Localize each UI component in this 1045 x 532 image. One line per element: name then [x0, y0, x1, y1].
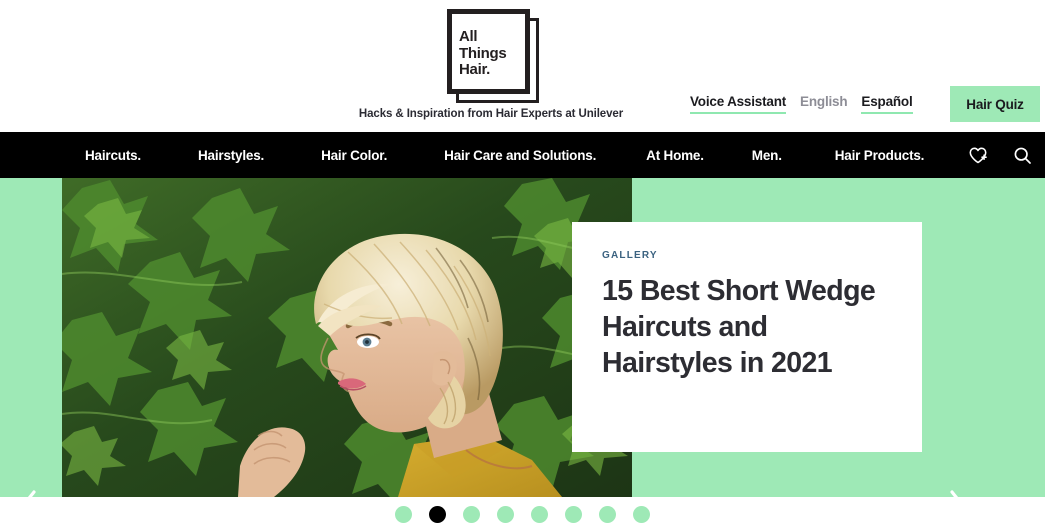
main-navigation: Haircuts. Hairstyles. Hair Color. Hair C…: [0, 132, 1045, 178]
nav-item-list: Haircuts. Hairstyles. Hair Color. Hair C…: [0, 148, 981, 163]
carousel-dot[interactable]: [463, 506, 480, 523]
hair-quiz-button[interactable]: Hair Quiz: [950, 86, 1040, 122]
carousel-prev-arrow[interactable]: [4, 481, 50, 497]
carousel-dot[interactable]: [633, 506, 650, 523]
carousel-dot[interactable]: [565, 506, 582, 523]
carousel-dot[interactable]: [497, 506, 514, 523]
nav-icon-group: [967, 132, 1033, 178]
page-root: All Things Hair. Hacks & Inspiration fro…: [0, 0, 1045, 532]
site-logo[interactable]: All Things Hair.: [447, 9, 539, 103]
carousel-dot[interactable]: [395, 506, 412, 523]
heart-plus-icon[interactable]: [967, 144, 989, 166]
hero-carousel: GALLERY 15 Best Short Wedge Haircuts and…: [0, 178, 1045, 497]
nav-item-hair-products[interactable]: Hair Products.: [835, 148, 925, 163]
nav-item-at-home[interactable]: At Home.: [646, 148, 704, 163]
logo-text: All Things Hair.: [459, 28, 507, 78]
utility-link-english[interactable]: English: [800, 94, 848, 114]
carousel-dots: [0, 497, 1045, 532]
nav-item-hair-care-and-solutions[interactable]: Hair Care and Solutions.: [444, 148, 596, 163]
hero-title: 15 Best Short Wedge Haircuts and Hairsty…: [602, 275, 876, 379]
utility-link-voice-assistant[interactable]: Voice Assistant: [690, 94, 786, 114]
carousel-dot[interactable]: [429, 506, 446, 523]
search-icon[interactable]: [1011, 144, 1033, 166]
carousel-next-arrow[interactable]: [936, 481, 982, 497]
nav-item-haircuts[interactable]: Haircuts.: [85, 148, 141, 163]
hero-eyebrow-label: GALLERY: [602, 250, 658, 261]
nav-item-hairstyles[interactable]: Hairstyles.: [198, 148, 264, 163]
hero-article-card: GALLERY 15 Best Short Wedge Haircuts and…: [572, 222, 922, 452]
nav-item-hair-color[interactable]: Hair Color.: [321, 148, 387, 163]
site-header: All Things Hair. Hacks & Inspiration fro…: [0, 0, 1045, 132]
carousel-dot[interactable]: [599, 506, 616, 523]
utility-links: Voice Assistant English Español: [690, 94, 913, 114]
utility-link-espanol[interactable]: Español: [861, 94, 913, 114]
nav-item-men[interactable]: Men.: [752, 148, 782, 163]
hero-photo: [62, 178, 632, 497]
carousel-dot[interactable]: [531, 506, 548, 523]
